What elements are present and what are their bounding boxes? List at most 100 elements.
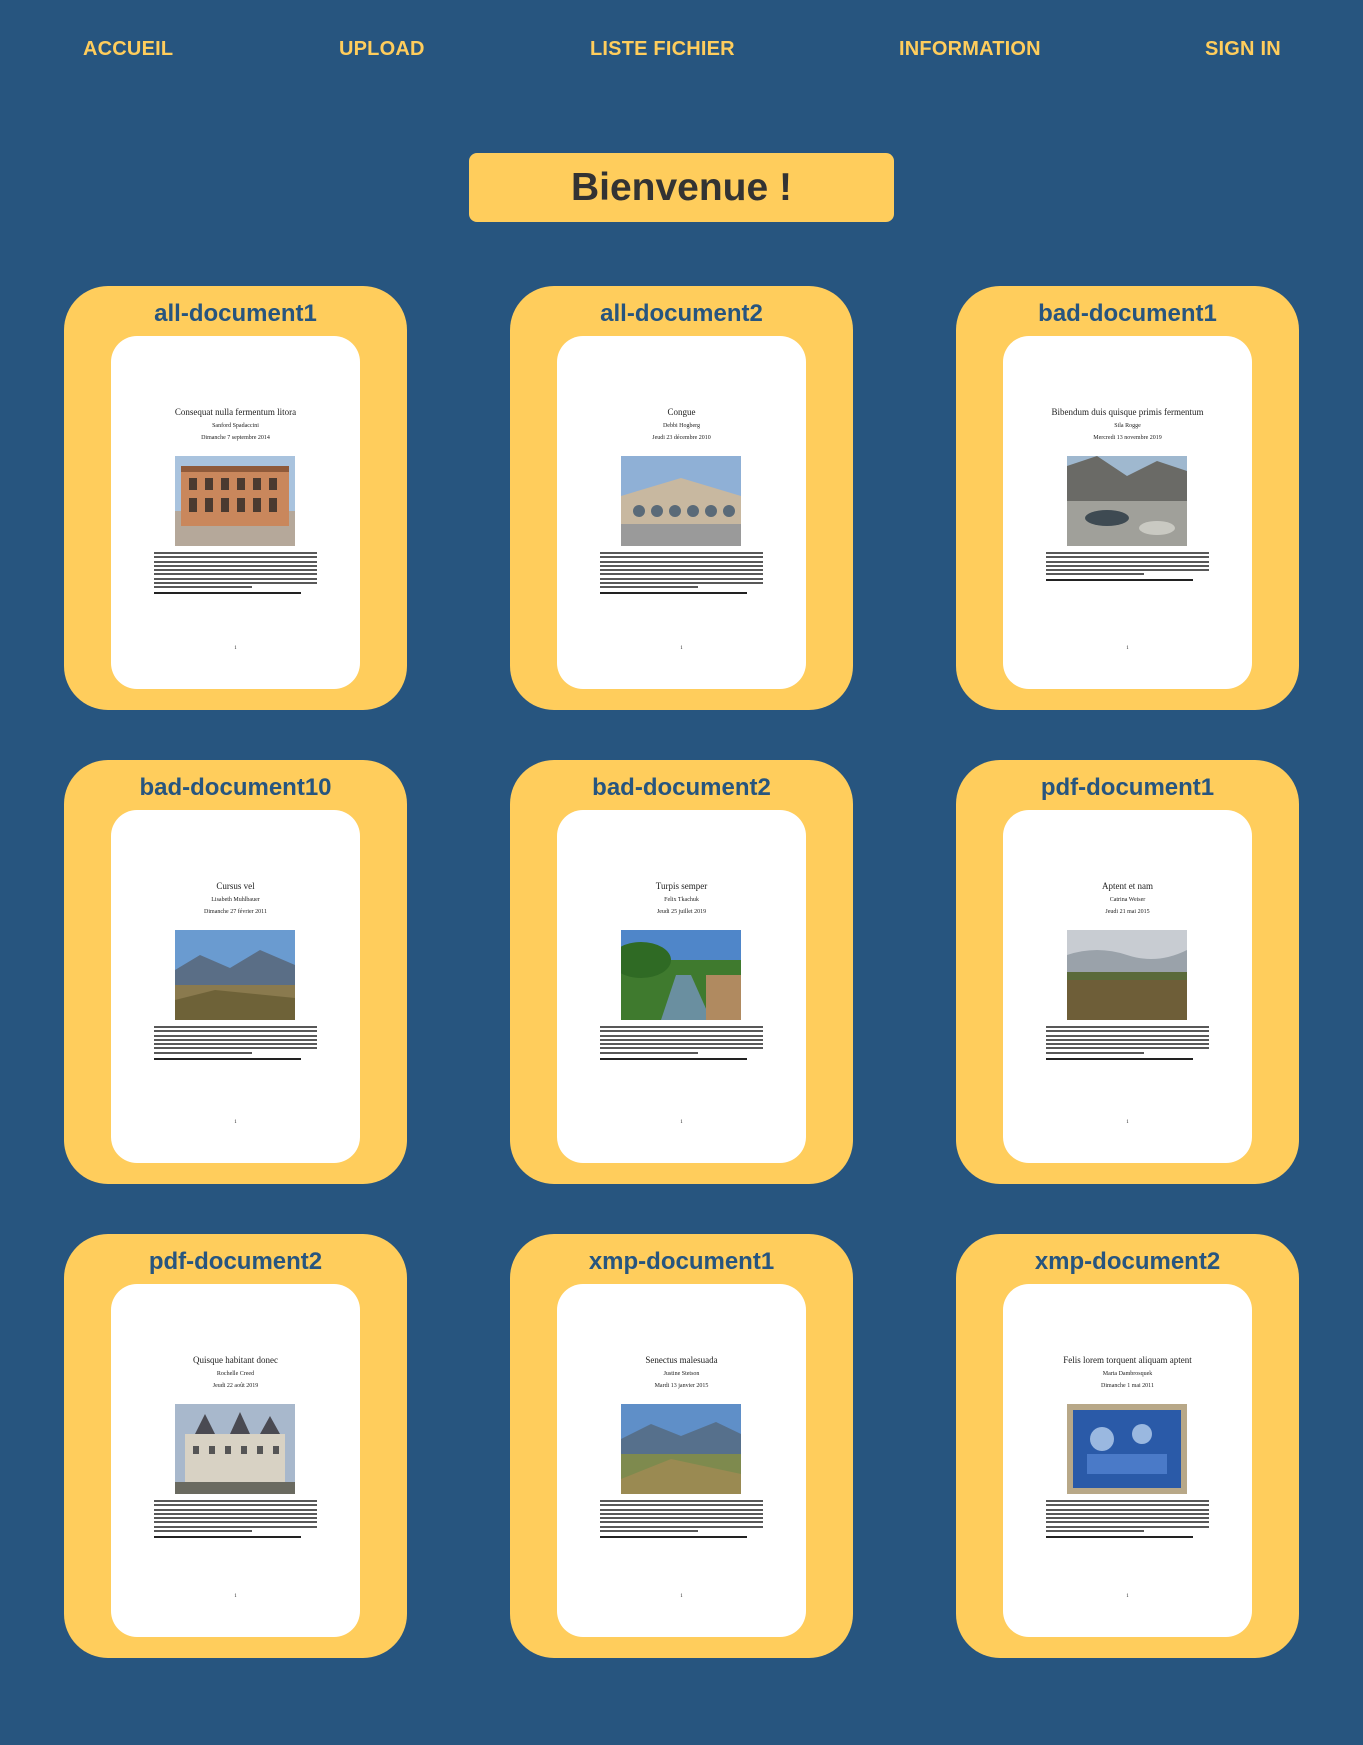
text-line <box>600 1034 763 1037</box>
text-line <box>1046 1051 1144 1054</box>
document-preview[interactable]: Senectus malesuada Justine Stetson Mardi 1… <box>557 1284 806 1637</box>
document-name[interactable]: bad-document2 <box>510 774 853 802</box>
preview-page-number: 1 <box>234 646 237 651</box>
document-card[interactable]: bad-document1 Bibendum duis quisque primi… <box>956 286 1299 710</box>
text-line <box>1046 560 1209 563</box>
nav-upload[interactable]: UPLOAD <box>339 38 425 61</box>
preview-date: Dimanche 7 septembre 2014 <box>201 435 270 441</box>
preview-page-number: 1 <box>680 1120 683 1125</box>
document-preview[interactable]: Turpis semper Felix Tkachuk Jeudi 25 juill… <box>557 810 806 1163</box>
text-line <box>1046 552 1209 554</box>
preview-contributors <box>154 1536 301 1539</box>
document-name[interactable]: pdf-document1 <box>956 774 1299 802</box>
station-photo <box>621 456 741 546</box>
document-card[interactable]: all-document2 Congue Debbi Hogberg Jeudi 23… <box>510 286 853 710</box>
text-line <box>154 569 317 572</box>
text-line <box>154 1512 317 1515</box>
preview-author: Sila Rogge <box>1114 423 1141 429</box>
text-line <box>1046 1504 1209 1507</box>
text-line <box>600 552 763 554</box>
text-line <box>154 552 317 554</box>
document-name[interactable]: pdf-document2 <box>64 1248 407 1276</box>
preview-date: Dimanche 27 février 2011 <box>204 909 267 915</box>
document-name[interactable]: xmp-document2 <box>956 1248 1299 1276</box>
preview-date: Mardi 13 janvier 2015 <box>654 1383 709 1389</box>
text-line <box>1046 1034 1209 1037</box>
preview-page-number: 1 <box>1126 646 1129 651</box>
document-name[interactable]: bad-document10 <box>64 774 407 802</box>
text-line <box>1046 569 1209 572</box>
mountain-photo <box>175 930 295 1020</box>
building-photo <box>175 456 295 546</box>
text-line <box>154 556 317 559</box>
text-line <box>1046 1038 1209 1041</box>
stream-photo <box>621 930 741 1020</box>
document-card[interactable]: all-document1 Consequat nulla fermentum l… <box>64 286 407 710</box>
document-preview[interactable]: Felis lorem torquent aliquam aptent Marta… <box>1003 1284 1252 1637</box>
nav-liste-fichier[interactable]: LISTE FICHIER <box>590 38 735 61</box>
document-name[interactable]: all-document1 <box>64 300 407 328</box>
top-nav: ACCUEIL UPLOAD LISTE FICHIER INFORMATION… <box>0 38 1363 62</box>
field-photo <box>1067 930 1187 1020</box>
text-line <box>600 1047 763 1050</box>
preview-author: Rochelle Creed <box>216 1371 255 1377</box>
document-preview[interactable]: Aptent et nam Catrina Weiser Jeudi 21 mai … <box>1003 810 1252 1163</box>
preview-contributors <box>154 592 301 595</box>
document-card[interactable]: xmp-document1 Senectus malesuada Justine S… <box>510 1234 853 1658</box>
preview-abstract <box>154 1500 317 1539</box>
preview-contributors <box>1046 1536 1193 1539</box>
text-line <box>1046 1500 1209 1502</box>
document-preview[interactable]: Congue Debbi Hogberg Jeudi 23 décembre 201… <box>557 336 806 689</box>
text-line <box>154 1517 317 1520</box>
document-card[interactable]: xmp-document2 Felis lorem torquent aliqua… <box>956 1234 1299 1658</box>
text-line <box>600 1026 763 1028</box>
text-line <box>154 560 317 563</box>
text-line <box>600 556 763 559</box>
nav-accueil[interactable]: ACCUEIL <box>83 38 173 61</box>
text-line <box>1046 1026 1209 1028</box>
document-preview[interactable]: Cursus vel Lisabeth Muhlbauer Dimanche 27 … <box>111 810 360 1163</box>
preview-author: Marta Dambrosquek <box>1102 1371 1153 1377</box>
document-preview[interactable]: Quisque habitant donec Rochelle Creed Jeud… <box>111 1284 360 1637</box>
text-line <box>154 1047 317 1050</box>
text-line <box>154 1508 317 1511</box>
document-card[interactable]: bad-document2 Turpis semper Felix Tkachuk J… <box>510 760 853 1184</box>
document-card[interactable]: bad-document10 Cursus vel Lisabeth Muhlbau… <box>64 760 407 1184</box>
document-card[interactable]: pdf-document2 Quisque habitant donec Roche… <box>64 1234 407 1658</box>
nav-information[interactable]: INFORMATION <box>899 38 1041 61</box>
preview-title: Cursus vel <box>216 881 255 891</box>
text-line <box>600 582 763 585</box>
document-preview[interactable]: Consequat nulla fermentum litora Sanford … <box>111 336 360 689</box>
preview-title: Congue <box>667 407 696 417</box>
text-line <box>1046 564 1209 567</box>
preview-abstract <box>600 1500 763 1539</box>
preview-abstract <box>600 552 763 595</box>
document-name[interactable]: bad-document1 <box>956 300 1299 328</box>
text-line <box>154 586 252 589</box>
text-line <box>600 577 763 580</box>
preview-author: Sanford Spadaccini <box>212 423 259 429</box>
document-name[interactable]: all-document2 <box>510 300 853 328</box>
text-line <box>600 1525 763 1528</box>
text-line <box>154 582 317 585</box>
text-line <box>600 1038 763 1041</box>
text-line <box>600 1512 763 1515</box>
preview-title: Felis lorem torquent aliquam aptent <box>1063 1355 1192 1365</box>
text-line <box>154 1530 252 1533</box>
text-line <box>600 573 763 576</box>
mural-photo <box>1067 1404 1187 1494</box>
document-preview[interactable]: Bibendum duis quisque primis fermentum Si… <box>1003 336 1252 689</box>
text-line <box>600 586 698 589</box>
text-line <box>600 1504 763 1507</box>
preview-page-number: 1 <box>680 1594 683 1599</box>
text-line <box>600 1508 763 1511</box>
text-line <box>154 577 317 580</box>
document-name[interactable]: xmp-document1 <box>510 1248 853 1276</box>
text-line <box>600 1030 763 1033</box>
preview-page-number: 1 <box>680 646 683 651</box>
nav-sign-in[interactable]: SIGN IN <box>1205 38 1281 61</box>
preview-author: Catrina Weiser <box>1109 897 1146 903</box>
text-line <box>600 569 763 572</box>
preview-contributors <box>600 1057 747 1060</box>
document-card[interactable]: pdf-document1 Aptent et nam Catrina Weiser… <box>956 760 1299 1184</box>
